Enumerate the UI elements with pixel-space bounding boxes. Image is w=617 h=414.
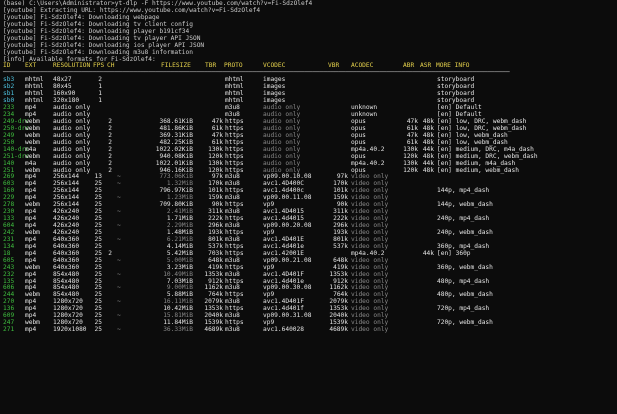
header-ch: CH <box>107 62 115 70</box>
header-vbr: VBR <box>328 62 340 70</box>
format-proto: m3u8 <box>225 326 240 334</box>
format-id: 271 <box>3 326 15 334</box>
format-vbr: 537k <box>333 242 348 250</box>
format-table-header: ID EXT RESOLUTION FPS CH FILESIZE TBR PR… <box>3 62 614 70</box>
terminal-window[interactable]: (base) C:\Users\Administrator>yt-dlp -F … <box>0 0 617 414</box>
header-vcodec: VCODEC <box>263 62 286 70</box>
format-row: 250-drc webm audio only 2 481.86KiB 61k https a… <box>3 125 614 133</box>
format-more-info: 144p, webm_dash <box>437 201 493 209</box>
format-row: sb2 mhtml 80x45 1 mhtml images storyboard <box>3 83 614 91</box>
format-fps: 1 <box>98 97 102 105</box>
format-abr: 120k <box>403 166 418 174</box>
format-row: sb3 mhtml 48x27 2 mhtml images storyboard <box>3 76 614 84</box>
format-fps: 25 <box>94 326 102 334</box>
format-resolution: 1920x1080 <box>53 326 87 334</box>
format-dash-mark: ~ <box>117 235 121 243</box>
header-fps: FPS <box>93 62 105 70</box>
format-row: 140 m4a audio only 2 1022.01KiB 130k https audi… <box>3 160 614 168</box>
format-more-info: [en] medium, webm_dash <box>437 166 519 174</box>
format-dash-mark: ~ <box>117 298 121 306</box>
header-separator: ────────────────────────────────────────… <box>3 69 510 77</box>
format-dash-mark: ~ <box>117 326 121 334</box>
format-dash-mark: ~ <box>117 194 121 202</box>
format-row: 271 mp4 1920x1080 25 ~36.33MiB 4689k m3u8 avc1.… <box>3 326 614 334</box>
header-more: MORE INFO <box>436 62 470 70</box>
format-tbr: 4689k <box>204 326 223 334</box>
header-ext: EXT <box>25 62 37 70</box>
format-dash-mark: ~ <box>117 270 121 278</box>
format-more-info: 240p, mp4_dash <box>437 215 490 223</box>
format-dash-mark: ~ <box>117 208 121 216</box>
header-tbr: TBR <box>205 62 217 70</box>
format-dash-mark: ~ <box>117 256 121 264</box>
format-asr: 44k <box>422 249 434 257</box>
format-vcodec: avc1.640028 <box>263 326 304 334</box>
header-size: FILESIZE <box>161 62 191 70</box>
format-more-info: 360p, webm_dash <box>437 263 493 271</box>
header-asr: ASR <box>420 62 432 70</box>
format-table-body: sb3 mhtml 48x27 2 mhtml images storyboard sb2 mh… <box>3 76 614 334</box>
format-more-info: 480p, webm_dash <box>437 291 493 299</box>
format-more-info: [en] 360p <box>437 249 471 257</box>
format-dash-mark: ~ <box>117 312 121 320</box>
format-filesize: 36.33MiB <box>163 326 193 334</box>
format-ch: 2 <box>108 166 112 174</box>
format-more-info: 720p, mp4_dash <box>437 305 490 313</box>
format-more-info: 144p, mp4_dash <box>437 187 490 195</box>
format-vbr: 4689k <box>329 326 348 334</box>
format-more-info: 480p, mp4_dash <box>437 277 490 285</box>
format-row: 251-drc webm audio only 2 940.08KiB 120k https… <box>3 153 614 161</box>
format-row: sb1 mhtml 160x90 1 mhtml images storyboard <box>3 90 614 98</box>
format-row: sb0 mhtml 320x180 1 mhtml images storyboard <box>3 97 614 105</box>
header-acodec: ACODEC <box>351 62 374 70</box>
header-proto: PROTO <box>224 62 243 70</box>
format-dash-mark: ~ <box>117 222 121 229</box>
format-row: 233 mp4 audio only m3u8 audio only unknown [en… <box>3 104 614 112</box>
format-more-info: 240p, webm_dash <box>437 228 493 236</box>
format-more-info: 720p, webm_dash <box>437 319 493 327</box>
format-acodec: video only <box>351 326 389 334</box>
header-res: RESOLUTION <box>53 62 91 70</box>
header-abr: ABR <box>403 62 415 70</box>
format-asr: 48k <box>422 166 434 174</box>
format-ch: 2 <box>108 249 112 257</box>
format-row: 249 webm audio only 2 369.31KiB 47k https audio… <box>3 132 614 140</box>
console-output: (base) C:\Users\Administrator>yt-dlp -F … <box>3 0 614 63</box>
format-dash-mark: ~ <box>117 180 121 188</box>
header-id: ID <box>3 62 11 70</box>
format-dash-mark: ~ <box>117 284 121 292</box>
format-ext: mp4 <box>25 326 37 334</box>
